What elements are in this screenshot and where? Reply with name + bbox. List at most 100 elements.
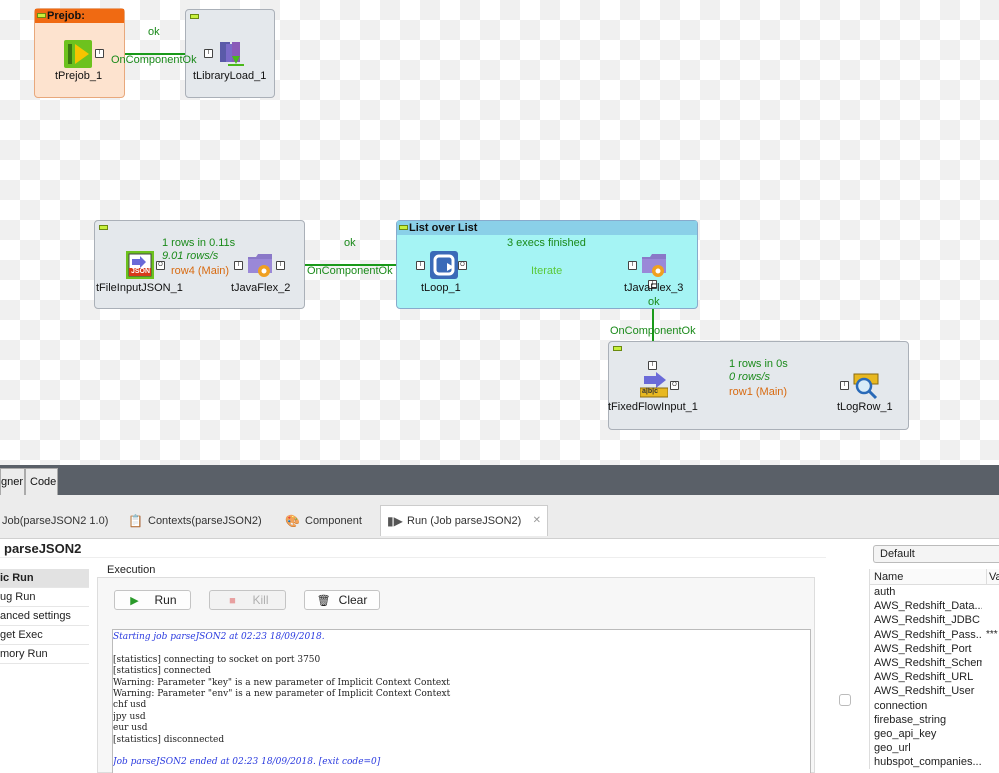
trigger-port[interactable]: T — [276, 261, 285, 270]
tab-job[interactable]: Job(parseJSON2 1.0) — [0, 507, 108, 535]
tab-component[interactable]: 🎨 Component — [279, 507, 362, 535]
output-port[interactable]: O — [458, 261, 467, 270]
java-flex-icon[interactable] — [246, 251, 274, 279]
table-row[interactable]: hubspot_companies... — [870, 755, 999, 769]
table-row[interactable]: AWS_Redshift_Schema — [870, 656, 999, 670]
run-button-label: Run — [154, 593, 177, 607]
json-file-icon[interactable]: JSON — [126, 251, 154, 279]
tab-code[interactable]: Code — [25, 468, 58, 495]
loop-icon[interactable] — [430, 251, 458, 279]
console-output[interactable]: Starting job parseJSON2 at 02:23 18/09/2… — [112, 629, 811, 773]
collapse-toggle[interactable] — [37, 13, 46, 18]
collapse-toggle[interactable] — [99, 225, 108, 230]
context-name: AWS_Redshift_Schema — [874, 656, 982, 669]
component-label: tFileInputJSON_1 — [96, 282, 183, 294]
value-column-header[interactable]: Va — [986, 569, 999, 585]
table-row[interactable]: firebase_string — [870, 713, 999, 727]
trigger-port[interactable]: T — [648, 361, 657, 370]
console-line: Warning: Parameter "env" is a new parame… — [113, 689, 451, 700]
table-row[interactable]: AWS_Redshift_JDBC — [870, 613, 999, 627]
run-mode-memory[interactable]: mory Run — [0, 645, 89, 664]
context-name: geo_url — [874, 742, 911, 755]
trigger-port[interactable]: T — [95, 49, 104, 58]
table-row[interactable]: auth — [870, 585, 999, 599]
context-name: AWS_Redshift_Data... — [874, 600, 982, 613]
view-tab-bar: Job(parseJSON2 1.0) 📋 Contexts(parseJSON2… — [0, 495, 999, 539]
table-row[interactable]: AWS_Redshift_User — [870, 684, 999, 698]
prejob-box-title: Prejob: — [47, 10, 85, 22]
table-row[interactable]: AWS_Redshift_Pass... *** — [870, 628, 999, 642]
library-load-icon[interactable] — [218, 40, 246, 68]
run-mode-target[interactable]: get Exec — [0, 626, 89, 645]
fixed-flow-badge: a|b|c — [642, 388, 658, 395]
input-port[interactable]: I — [234, 261, 243, 270]
context-checkbox[interactable] — [839, 694, 851, 706]
clear-icon: 🗑 — [316, 595, 331, 607]
context-name: firebase_string — [874, 713, 947, 726]
context-name: AWS_Redshift_URL — [874, 671, 974, 684]
table-row[interactable]: AWS_Redshift_URL — [870, 670, 999, 684]
log-row-icon[interactable] — [852, 372, 880, 400]
fixed-flow-input-icon[interactable]: a|b|c — [639, 372, 669, 398]
prejob-component-icon[interactable] — [64, 40, 92, 68]
tab-label: Job(parseJSON2 1.0) — [2, 515, 109, 527]
clear-button[interactable]: 🗑 Clear — [304, 590, 380, 610]
clear-button-label: Clear — [338, 593, 368, 607]
tab-designer[interactable]: gner — [0, 468, 25, 495]
name-column-header[interactable]: Name — [874, 571, 903, 583]
row-link-label: row4 (Main) — [171, 265, 230, 277]
row-stats-label: 1 rows in 0.11s — [162, 237, 236, 249]
tab-label: Run (Job parseJSON2) — [407, 515, 522, 527]
trigger-port[interactable]: T — [416, 261, 425, 270]
link-oncomponentok-label: OnComponentOk — [111, 54, 197, 66]
clipboard-icon: 📋 — [128, 514, 143, 529]
row-stats-label: 1 rows in 0s — [729, 358, 788, 370]
table-row[interactable]: geo_api_key — [870, 727, 999, 741]
run-job-icon: ▮▶ — [387, 514, 403, 529]
row-rate-label: 9.01 rows/s — [162, 250, 219, 262]
execution-panel: ▶ Run ■ Kill 🗑 Clear Starting job parseJSON… — [97, 577, 815, 773]
tab-run[interactable]: ▮▶ Run (Job parseJSON2) ✕ — [380, 505, 548, 536]
table-row[interactable]: connection — [870, 699, 999, 713]
collapse-toggle[interactable] — [613, 346, 622, 351]
table-row[interactable]: AWS_Redshift_Data... — [870, 599, 999, 613]
iterate-link-label: Iterate — [531, 265, 563, 277]
table-row[interactable]: geo_url — [870, 741, 999, 755]
console-line: Warning: Parameter "key" is a new parame… — [113, 677, 450, 688]
output-port[interactable]: O — [670, 381, 679, 390]
context-panel: Default Name Va auth AWS_Redshift_Data..… — [826, 540, 999, 773]
run-mode-debug[interactable]: ug Run — [0, 588, 89, 607]
kill-button-label: Kill — [252, 593, 269, 607]
input-port[interactable]: I — [840, 381, 849, 390]
table-row[interactable]: AWS_Redshift_Port — [870, 642, 999, 656]
editor-tab-bar: gner Code — [0, 465, 999, 495]
collapse-toggle[interactable] — [190, 14, 199, 19]
close-icon[interactable]: ✕ — [533, 506, 541, 536]
java-flex-icon[interactable] — [640, 251, 668, 279]
console-line: [statistics] connecting to socket on por… — [113, 654, 321, 665]
input-port[interactable]: I — [628, 261, 637, 270]
run-mode-basic[interactable]: ic Run — [0, 569, 89, 588]
context-select[interactable]: Default — [873, 545, 999, 563]
link-oncomponentok-label: OnComponentOk — [610, 325, 696, 337]
run-button[interactable]: ▶ Run — [114, 590, 191, 610]
kill-button[interactable]: ■ Kill — [209, 590, 286, 610]
run-mode-advanced[interactable]: anced settings — [0, 607, 89, 626]
context-table: Name Va auth AWS_Redshift_Data... AWS_Re… — [869, 569, 999, 770]
console-line: jpy usd — [113, 711, 146, 722]
link-ok-label: ok — [648, 296, 660, 308]
run-panel-title: parseJSON2 — [0, 540, 826, 558]
context-name: AWS_Redshift_User — [874, 685, 975, 698]
collapse-toggle[interactable] — [399, 225, 408, 230]
component-label: tFixedFlowInput_1 — [608, 401, 698, 413]
console-line: Job parseJSON2 ended at 02:23 18/09/2018… — [113, 757, 381, 768]
job-designer-canvas[interactable]: Prejob: T tPrejob_1 ok OnComponentOk T t… — [0, 0, 999, 465]
tab-contexts[interactable]: 📋 Contexts(parseJSON2) — [122, 507, 262, 535]
component-label: tLoop_1 — [421, 282, 461, 294]
list-box-title: List over List — [409, 222, 478, 234]
output-port[interactable]: O — [156, 261, 165, 270]
row-link-label: row1 (Main) — [729, 386, 788, 398]
trigger-port[interactable]: T — [204, 49, 213, 58]
link-oncomponentok-label: OnComponentOk — [307, 265, 393, 277]
